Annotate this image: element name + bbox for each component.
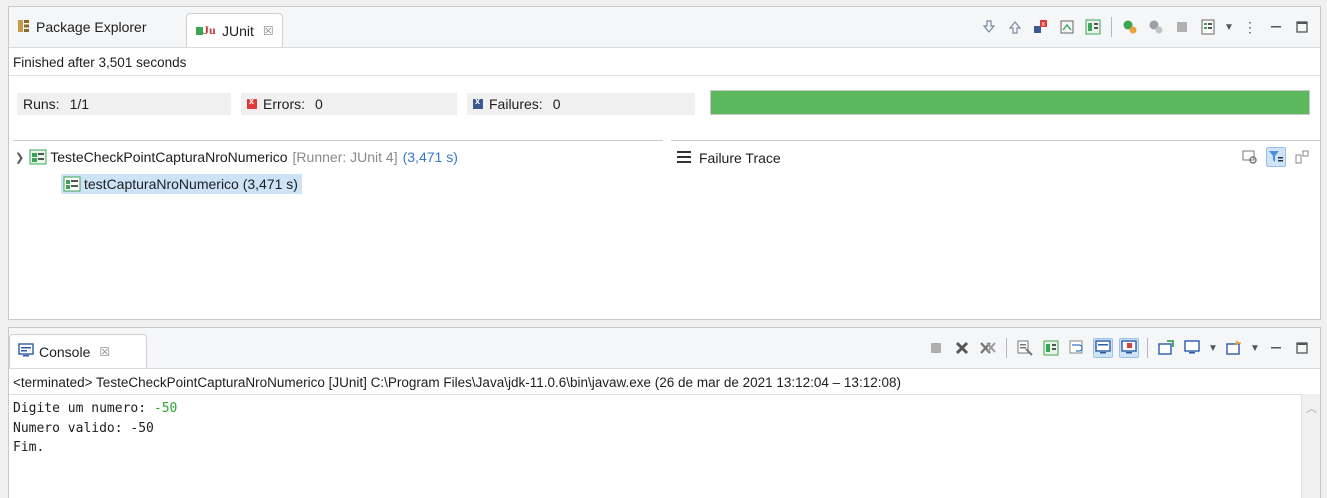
terminated-status: <terminated> TesteCheckPointCapturaNroNu…	[13, 375, 901, 390]
view-menu-icon[interactable]: ⋮	[1240, 17, 1260, 37]
test-label: testCapturaNroNumerico (3,471 s)	[84, 176, 298, 192]
junit-icon: Ju	[195, 21, 217, 40]
errors-value: 0	[315, 96, 323, 112]
failure-icon	[473, 96, 483, 109]
error-icon	[247, 96, 257, 109]
open-console-icon[interactable]	[1224, 338, 1244, 358]
chevron-down-icon[interactable]: ▼	[1250, 338, 1260, 358]
runs-label: Runs:	[23, 96, 60, 112]
show-skipped-icon[interactable]	[1083, 17, 1103, 37]
scroll-lock-icon[interactable]	[1041, 338, 1061, 358]
divider	[9, 394, 1320, 395]
tree-row-test[interactable]: testCapturaNroNumerico (3,471 s)	[61, 174, 302, 194]
rerun-test-icon[interactable]	[1120, 17, 1140, 37]
runs-value: 1/1	[69, 96, 90, 112]
rerun-failures-first-icon[interactable]	[1146, 17, 1166, 37]
maximize-icon[interactable]	[1292, 17, 1312, 37]
output-line: Fim.	[13, 440, 45, 455]
console-toolbar: ▼ ▼	[926, 336, 1312, 360]
output-line: Numero valido: -50	[13, 420, 154, 436]
chevron-down-icon[interactable]: ▼	[1224, 17, 1234, 37]
test-suite-icon	[29, 149, 47, 165]
tab-console-label: Console	[39, 343, 91, 360]
word-wrap-icon[interactable]	[1067, 338, 1087, 358]
output-user-input: -50	[153, 401, 178, 416]
failure-trace-label: Failure Trace	[699, 150, 781, 166]
junit-toolbar: x ▼ ⋮	[979, 15, 1312, 39]
suite-name: TesteCheckPointCapturaNroNumerico	[50, 149, 288, 165]
console-output[interactable]: Digite um numero: -50 Numero valido: -50…	[13, 399, 177, 458]
maximize-icon[interactable]	[1292, 338, 1312, 358]
console-icon	[18, 343, 34, 360]
failure-trace-toolbar	[1240, 147, 1312, 167]
divider	[9, 75, 1320, 76]
tab-junit[interactable]: Ju JUnit ☒	[186, 13, 283, 47]
suite-runner: [Runner: JUnit 4]	[292, 149, 398, 165]
tree-row-suite[interactable]: ❯ TesteCheckPointCapturaNroNumerico [Run…	[15, 149, 458, 165]
stop-icon[interactable]	[1172, 17, 1192, 37]
console-tabbar: Console ☒ ▼ ▼	[9, 328, 1320, 369]
output-prompt: Digite um numero:	[13, 401, 154, 416]
chevron-up-icon[interactable]: ︿	[1306, 400, 1317, 416]
tab-package-explorer-label: Package Explorer	[36, 19, 147, 35]
tab-package-explorer[interactable]: Package Explorer	[9, 13, 155, 41]
console-view: Console ☒ ▼ ▼ <terminated> TesteCheckPoi…	[8, 327, 1321, 498]
errors-label: Errors:	[263, 96, 305, 112]
package-explorer-icon	[17, 19, 31, 36]
failure-trace-header: Failure Trace	[677, 150, 781, 166]
remove-launch-icon[interactable]	[952, 338, 972, 358]
minimize-icon[interactable]	[1266, 17, 1286, 37]
progress-fill	[711, 91, 1309, 114]
show-console-on-stdout-icon[interactable]	[1093, 338, 1113, 358]
scroll-lock-icon[interactable]	[1057, 17, 1077, 37]
toolbar-separator	[1111, 17, 1112, 37]
svg-text:x: x	[1042, 21, 1046, 28]
remove-all-terminated-icon[interactable]	[978, 338, 998, 358]
show-console-on-stderr-icon[interactable]	[1119, 338, 1139, 358]
display-selected-console-icon[interactable]	[1182, 338, 1202, 358]
toolbar-separator	[1006, 338, 1007, 358]
output-line: Digite um numero: -50	[13, 399, 177, 419]
test-tree[interactable]: ❯ TesteCheckPointCapturaNroNumerico [Run…	[13, 140, 663, 317]
junit-tabbar: Package Explorer Ju JUnit ☒ x ▼ ⋮	[9, 7, 1320, 48]
errors-counter: Errors: 0	[241, 93, 457, 115]
toolbar-separator	[1147, 338, 1148, 358]
run-status-text: Finished after 3,501 seconds	[13, 55, 187, 70]
pin-console-icon[interactable]	[1156, 338, 1176, 358]
minimize-icon[interactable]	[1266, 338, 1286, 358]
junit-view: Package Explorer Ju JUnit ☒ x ▼ ⋮ Finish	[8, 6, 1321, 320]
failures-label: Failures:	[489, 96, 543, 112]
show-failures-only-icon[interactable]: x	[1031, 17, 1051, 37]
test-progress-bar	[710, 90, 1310, 115]
filter-stack-trace-icon[interactable]	[1266, 147, 1286, 167]
tab-junit-label: JUnit	[222, 22, 254, 39]
test-method-icon	[63, 176, 81, 192]
copy-trace-icon[interactable]	[1292, 147, 1312, 167]
previous-failure-icon[interactable]	[1005, 17, 1025, 37]
clear-console-icon[interactable]	[1015, 338, 1035, 358]
suite-time: (3,471 s)	[402, 149, 458, 165]
runs-counter: Runs: 1/1	[17, 93, 231, 115]
tab-console[interactable]: Console ☒	[9, 334, 147, 368]
vertical-scrollbar[interactable]: ︿	[1301, 394, 1320, 498]
close-icon[interactable]: ☒	[263, 24, 274, 38]
failures-value: 0	[552, 96, 561, 112]
failure-trace-icon	[677, 150, 691, 166]
close-icon[interactable]: ☒	[99, 345, 110, 359]
terminate-icon[interactable]	[926, 338, 946, 358]
chevron-down-icon[interactable]: ▼	[1208, 338, 1218, 358]
failures-counter: Failures: 0	[467, 93, 695, 115]
next-failure-icon[interactable]	[979, 17, 999, 37]
failure-trace-pane: Failure Trace	[671, 140, 1320, 171]
chevron-down-icon[interactable]: ❯	[15, 151, 24, 164]
compare-results-icon[interactable]	[1240, 147, 1260, 167]
test-run-history-icon[interactable]	[1198, 17, 1218, 37]
svg-text:Ju: Ju	[203, 23, 216, 37]
